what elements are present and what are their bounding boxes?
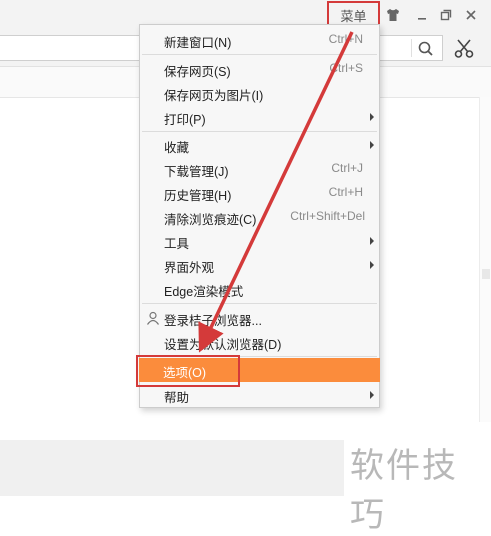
submenu-arrow-icon bbox=[370, 391, 374, 399]
menu-item-label: 登录桔子浏览器... bbox=[164, 314, 262, 328]
address-divider bbox=[411, 39, 412, 57]
main-menu-dropdown: 新建窗口(N) Ctrl+N 保存网页(S) Ctrl+S 保存网页为图片(I)… bbox=[139, 24, 380, 408]
menu-item-label: 清除浏览痕迹(C) bbox=[164, 213, 257, 227]
scrollbar-thumb[interactable] bbox=[482, 269, 490, 279]
menu-item-shortcut: Ctrl+Shift+Del bbox=[290, 209, 365, 223]
search-icon[interactable] bbox=[416, 39, 436, 59]
menu-item-label: 界面外观 bbox=[164, 261, 215, 275]
menu-item-shortcut: Ctrl+H bbox=[328, 185, 363, 199]
menu-item-downloads[interactable]: 下载管理(J) Ctrl+J bbox=[140, 157, 379, 181]
close-icon[interactable] bbox=[461, 5, 481, 25]
menu-separator bbox=[142, 303, 377, 304]
menu-item-label: 打印(P) bbox=[164, 113, 206, 127]
menu-item-login[interactable]: 登录桔子浏览器... bbox=[140, 306, 379, 330]
menu-item-clear-history[interactable]: 清除浏览痕迹(C) Ctrl+Shift+Del bbox=[140, 205, 379, 229]
minimize-icon[interactable] bbox=[412, 5, 432, 25]
submenu-arrow-icon bbox=[370, 237, 374, 245]
menu-item-shortcut: Ctrl+N bbox=[328, 32, 363, 46]
menu-item-tools[interactable]: 工具 bbox=[140, 229, 379, 253]
submenu-arrow-icon bbox=[370, 261, 374, 269]
menu-item-save-as-image[interactable]: 保存网页为图片(I) bbox=[140, 81, 379, 105]
menu-item-shortcut: Ctrl+J bbox=[331, 161, 363, 175]
menu-separator bbox=[142, 131, 377, 132]
menu-item-new-window[interactable]: 新建窗口(N) Ctrl+N bbox=[140, 28, 379, 52]
menu-item-label: 设置为默认浏览器(D) bbox=[164, 338, 282, 352]
menu-item-save-page[interactable]: 保存网页(S) Ctrl+S bbox=[140, 57, 379, 81]
user-icon bbox=[146, 311, 160, 325]
menu-item-print[interactable]: 打印(P) bbox=[140, 105, 379, 129]
menu-item-label: 新建窗口(N) bbox=[164, 36, 232, 50]
submenu-arrow-icon bbox=[370, 141, 374, 149]
menu-item-label: 收藏 bbox=[164, 141, 190, 155]
menu-item-label: Edge渲染模式 bbox=[164, 285, 244, 299]
menu-item-label: 帮助 bbox=[164, 391, 190, 405]
menu-item-favorites[interactable]: 收藏 bbox=[140, 133, 379, 157]
menu-item-label: 工具 bbox=[164, 237, 190, 251]
menu-separator bbox=[142, 54, 377, 55]
skin-icon[interactable] bbox=[383, 5, 403, 25]
menu-item-set-default[interactable]: 设置为默认浏览器(D) bbox=[140, 330, 379, 354]
menu-item-label: 保存网页(S) bbox=[164, 65, 231, 79]
menu-item-edge-mode[interactable]: Edge渲染模式 bbox=[140, 277, 379, 301]
menu-item-label: 历史管理(H) bbox=[164, 189, 232, 203]
scrollbar[interactable] bbox=[479, 97, 491, 427]
scissors-icon[interactable] bbox=[453, 37, 475, 59]
menu-item-label: 下载管理(J) bbox=[164, 165, 229, 179]
menu-item-appearance[interactable]: 界面外观 bbox=[140, 253, 379, 277]
restore-icon[interactable] bbox=[436, 5, 456, 25]
watermark: 软件技巧 bbox=[350, 446, 458, 535]
options-highlight-box bbox=[136, 355, 240, 387]
submenu-arrow-icon bbox=[370, 113, 374, 121]
menu-item-label: 保存网页为图片(I) bbox=[164, 89, 264, 103]
menu-item-shortcut: Ctrl+S bbox=[329, 61, 363, 75]
menu-item-history[interactable]: 历史管理(H) Ctrl+H bbox=[140, 181, 379, 205]
